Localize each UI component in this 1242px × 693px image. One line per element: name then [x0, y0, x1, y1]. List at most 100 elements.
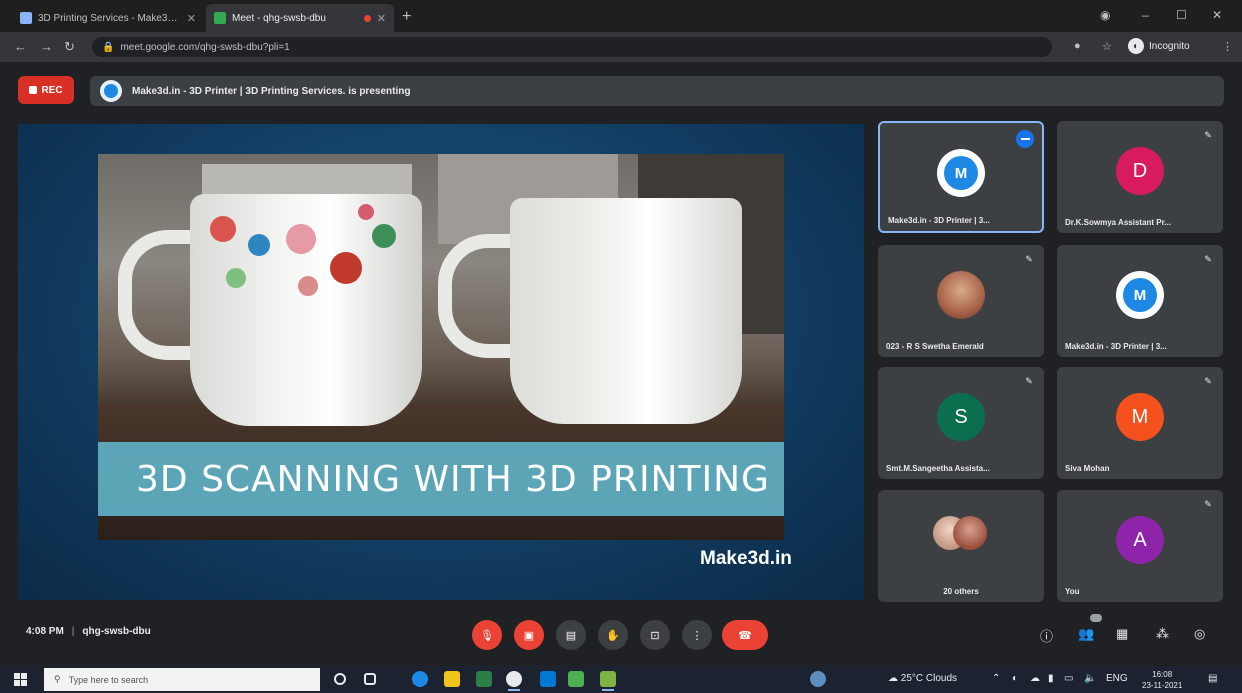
camera-toggle-button[interactable]: ▣: [514, 620, 544, 650]
printed-mug: [438, 198, 748, 428]
avatar: S: [937, 393, 985, 441]
url-field[interactable]: 🔒 meet.google.com/qhg-swsb-dbu?pli=1: [92, 37, 1052, 57]
tab-favicon-icon: [20, 12, 32, 24]
mic-toggle-button[interactable]: 🎙: [472, 620, 502, 650]
tab-label: Meet - qhg-swsb-dbu: [232, 12, 326, 24]
cloud-icon: ☁: [888, 673, 898, 684]
close-window-icon[interactable]: ✕: [1212, 8, 1222, 22]
avatar: M: [1116, 393, 1164, 441]
meet-favicon-icon: [214, 12, 226, 24]
tab-close-icon[interactable]: ✕: [187, 12, 196, 25]
present-icon: ⊡: [650, 629, 660, 642]
host-controls-icon[interactable]: ◎: [1194, 626, 1205, 642]
incognito-label: Incognito: [1149, 40, 1190, 52]
notifications-icon[interactable]: ▤: [1208, 673, 1217, 684]
new-tab-button[interactable]: +: [402, 8, 411, 26]
app-icon[interactable]: [600, 671, 616, 691]
flower-pattern: [330, 252, 362, 284]
network-icon[interactable]: ▮: [1048, 673, 1054, 684]
browser-tab-bar: 3D Printing Services - Make3d.in ✕ Meet …: [0, 0, 1242, 32]
speaking-indicator-icon: [1016, 130, 1034, 148]
participant-tile[interactable]: ✎ M Make3d.in - 3D Printer | 3...: [1057, 245, 1223, 357]
floral-mug: [118, 194, 422, 434]
mic-off-icon: ✎: [1025, 253, 1033, 264]
presentation-stage: 3D SCANNING WITH 3D PRINTING Make3d.in: [18, 124, 864, 600]
tray-icon[interactable]: ◐: [1012, 673, 1018, 684]
onedrive-icon[interactable]: ☁: [1030, 673, 1040, 684]
info-icon[interactable]: ⓘ: [1040, 626, 1053, 645]
flower-pattern: [298, 276, 318, 296]
camera-icon[interactable]: ●: [1074, 40, 1081, 52]
task-view-icon[interactable]: [364, 673, 376, 685]
mic-off-icon: ✎: [1204, 375, 1212, 386]
tab-inactive[interactable]: 3D Printing Services - Make3d.in ✕: [12, 4, 204, 32]
slide-watermark: Make3d.in: [700, 548, 792, 569]
clock-date: 23-11-2021: [1142, 681, 1183, 690]
participant-name: Make3d.in - 3D Printer | 3...: [888, 216, 990, 225]
url-text: meet.google.com/qhg-swsb-dbu?pli=1: [120, 41, 290, 53]
mic-off-icon: ✎: [1204, 129, 1212, 140]
volume-icon[interactable]: 🔈: [1084, 673, 1096, 684]
tab-label: 3D Printing Services - Make3d.in: [38, 12, 181, 24]
flower-pattern: [248, 234, 270, 256]
mug-body: [510, 198, 742, 424]
minimize-icon[interactable]: –: [1142, 8, 1149, 22]
language-label[interactable]: ENG: [1106, 673, 1128, 684]
recording-dot-icon: [363, 14, 371, 22]
file-explorer-icon[interactable]: [444, 671, 460, 687]
tab-close-icon[interactable]: ✕: [377, 12, 386, 25]
participant-tile[interactable]: ✎ S Smt.M.Sangeetha Assista...: [878, 367, 1044, 479]
participant-tile[interactable]: ✎ A You: [1057, 490, 1223, 602]
participant-tile[interactable]: ✎ D Dr.K.Sowmya Assistant Pr...: [1057, 121, 1223, 233]
windows-start-icon[interactable]: [14, 673, 27, 686]
edge-icon[interactable]: [412, 671, 428, 687]
others-label: 20 others: [943, 587, 979, 596]
flower-pattern: [226, 268, 246, 288]
participant-tile[interactable]: ✎ M Siva Mohan: [1057, 367, 1223, 479]
star-icon[interactable]: ☆: [1102, 40, 1112, 53]
meeting-time: 4:08 PM: [26, 626, 64, 637]
record-icon: [29, 86, 38, 94]
participant-tile[interactable]: ✎ 023 - R S Swetha Emerald: [878, 245, 1044, 357]
chrome-icon[interactable]: [506, 671, 522, 691]
present-button[interactable]: ⊡: [640, 620, 670, 650]
raise-hand-button[interactable]: ✋: [598, 620, 628, 650]
incognito-indicator[interactable]: ◐ Incognito: [1128, 38, 1190, 54]
cortana-icon[interactable]: [334, 673, 346, 685]
meeting-code: qhg-swsb-dbu: [82, 626, 151, 637]
leave-call-button[interactable]: ☎: [722, 620, 768, 650]
avatar: [937, 271, 985, 319]
more-vert-icon: ⋮: [691, 629, 703, 642]
weather-text: 25°C Clouds: [900, 673, 958, 684]
taskbar-search[interactable]: ⚲ Type here to search: [44, 668, 320, 691]
more-options-button[interactable]: ⋮: [682, 620, 712, 650]
tab-active[interactable]: Meet - qhg-swsb-dbu ✕: [206, 4, 394, 32]
participant-name: Dr.K.Sowmya Assistant Pr...: [1065, 218, 1171, 227]
people-icon[interactable]: 👥: [1078, 626, 1094, 642]
maximize-icon[interactable]: ☐: [1176, 8, 1187, 22]
chat-icon[interactable]: ▦: [1116, 626, 1128, 642]
battery-icon[interactable]: ▭: [1064, 673, 1073, 684]
avatar-initial: S: [954, 405, 968, 428]
others-tile[interactable]: 20 others: [878, 490, 1044, 602]
captions-button[interactable]: ▤: [556, 620, 586, 650]
forward-icon[interactable]: →: [40, 39, 53, 54]
weather-widget[interactable]: ☁ 25°C Clouds: [888, 673, 957, 684]
participant-name: Smt.M.Sangeetha Assista...: [886, 464, 990, 473]
recording-badge: REC: [18, 76, 74, 104]
user-icon[interactable]: [810, 671, 826, 687]
avatar: M: [937, 149, 985, 197]
activities-icon[interactable]: ⁂: [1156, 626, 1169, 642]
participant-name: Siva Mohan: [1065, 464, 1110, 473]
reload-icon[interactable]: ↻: [64, 39, 75, 55]
menu-kebab-icon[interactable]: ⋮: [1222, 40, 1233, 53]
store-icon[interactable]: [476, 671, 492, 687]
participant-tile[interactable]: M Make3d.in - 3D Printer | 3...: [878, 121, 1044, 233]
mail-icon[interactable]: [540, 671, 556, 687]
photos-icon[interactable]: [568, 671, 584, 687]
show-hidden-icons[interactable]: ⌃: [992, 673, 1000, 684]
make3d-logo-icon: [104, 84, 118, 98]
taskbar-clock[interactable]: 16:08 23-11-2021: [1142, 669, 1182, 691]
extensions-icon[interactable]: ◉: [1100, 8, 1110, 22]
back-icon[interactable]: ←: [14, 39, 27, 54]
